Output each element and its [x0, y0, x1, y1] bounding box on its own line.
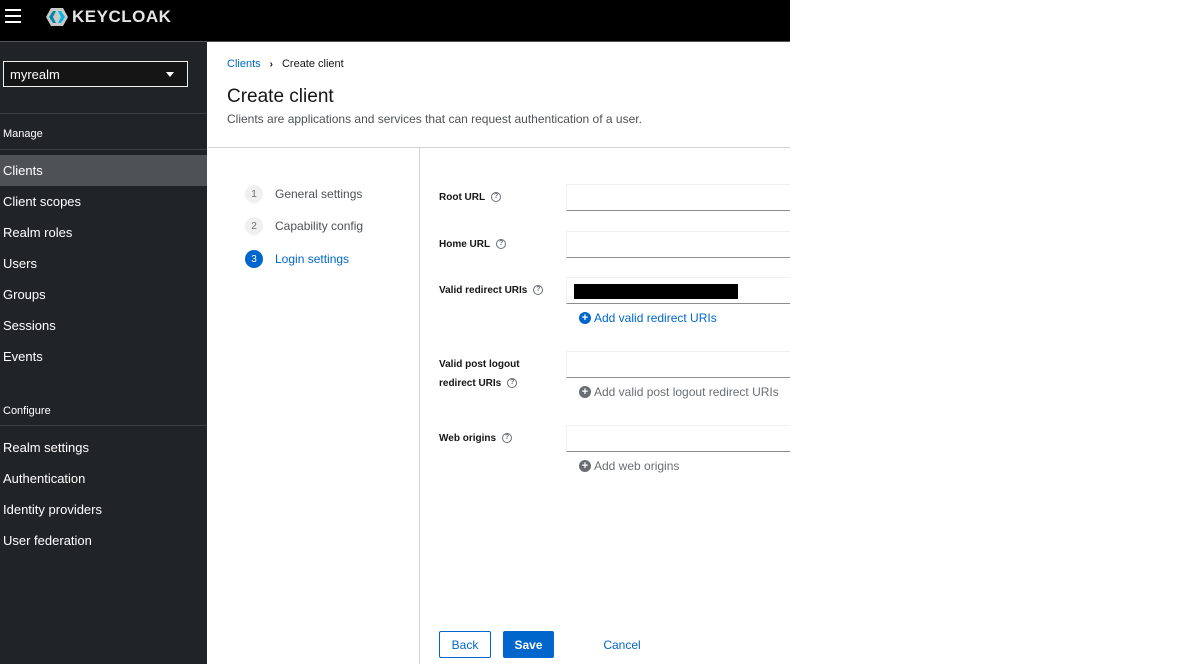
sidebar-item-label: Sessions [3, 318, 56, 333]
nav-divider [0, 113, 207, 114]
home-url-label: Home URL? [439, 235, 507, 254]
chevron-right-icon: › [269, 58, 273, 70]
breadcrumb-clients-link[interactable]: Clients [227, 58, 261, 70]
step-label: General settings [275, 187, 363, 201]
plus-circle-icon: + [579, 312, 591, 324]
back-button[interactable]: Back [439, 631, 491, 658]
breadcrumb-current: Create client [281, 58, 344, 70]
root-url-label-text: Root URL [439, 192, 486, 203]
sidebar: myrealm Manage Clients Client scopes Rea… [0, 42, 207, 664]
masthead: KEYCLOAK [0, 0, 790, 42]
realm-selector-value: myrealm [10, 67, 60, 82]
plus-circle-icon: + [579, 386, 591, 398]
help-icon[interactable]: ? [507, 378, 518, 389]
valid-post-logout-label: Valid post logout redirect URIs? [439, 355, 520, 393]
valid-post-logout-label-line2: redirect URIs [439, 378, 502, 389]
sidebar-item-authentication[interactable]: Authentication [0, 463, 207, 494]
sidebar-item-label: User federation [3, 533, 92, 548]
step-number: 2 [245, 217, 263, 235]
step-label: Login settings [275, 252, 350, 266]
help-icon[interactable]: ? [502, 433, 513, 444]
nav-divider [0, 149, 207, 150]
sidebar-item-label: Clients [3, 163, 43, 178]
add-valid-redirect-uris-button[interactable]: + Add valid redirect URIs [579, 311, 717, 325]
home-url-input[interactable] [566, 231, 790, 258]
page-title: Create client [227, 86, 334, 107]
nav-section-configure: Configure [3, 405, 51, 417]
keycloak-logo[interactable]: KEYCLOAK [44, 6, 171, 28]
home-url-label-text: Home URL [439, 239, 491, 250]
add-valid-post-logout-redirect-uris-button[interactable]: + Add valid post logout redirect URIs [579, 385, 779, 399]
main-content: Clients › Create client Create client Cl… [208, 42, 790, 664]
wizard-step-login-settings[interactable]: 3 Login settings [245, 249, 349, 269]
sidebar-item-clients[interactable]: Clients [0, 155, 207, 186]
sidebar-item-users[interactable]: Users [0, 248, 207, 279]
root-url-label: Root URL? [439, 188, 502, 207]
cancel-button[interactable]: Cancel [591, 631, 653, 658]
page-description: Clients are applications and services th… [227, 112, 642, 126]
sidebar-item-label: Groups [3, 287, 46, 302]
sidebar-item-sessions[interactable]: Sessions [0, 310, 207, 341]
add-link-label: Add web origins [594, 459, 680, 473]
caret-down-icon [166, 72, 174, 77]
web-origins-label-text: Web origins [439, 433, 497, 444]
sidebar-item-label: Realm roles [3, 225, 73, 240]
wizard-nav: 1 General settings 2 Capability config 3… [208, 148, 420, 664]
app-window: KEYCLOAK myrealm Manage Clients Client s… [0, 0, 790, 664]
web-origins-label: Web origins? [439, 429, 513, 448]
sidebar-item-realm-settings[interactable]: Realm settings [0, 432, 207, 463]
breadcrumb: Clients › Create client [227, 58, 344, 70]
nav-section-manage: Manage [3, 128, 43, 140]
step-label: Capability config [275, 219, 364, 233]
sidebar-item-label: Authentication [3, 471, 86, 486]
sidebar-item-user-federation[interactable]: User federation [0, 525, 207, 556]
step-number: 1 [245, 185, 263, 203]
sidebar-item-label: Realm settings [3, 440, 89, 455]
sidebar-item-client-scopes[interactable]: Client scopes [0, 186, 207, 217]
wizard-step-general-settings[interactable]: 1 General settings [245, 184, 362, 204]
sidebar-item-realm-roles[interactable]: Realm roles [0, 217, 207, 248]
keycloak-logo-icon [46, 8, 68, 26]
valid-post-logout-input[interactable] [566, 351, 790, 378]
valid-post-logout-label-line1: Valid post logout [439, 359, 520, 370]
help-icon[interactable]: ? [533, 285, 544, 296]
sidebar-item-events[interactable]: Events [0, 341, 207, 372]
add-link-label: Add valid post logout redirect URIs [594, 385, 779, 399]
plus-circle-icon: + [579, 460, 591, 472]
valid-redirect-uris-label: Valid redirect URIs? [439, 281, 544, 300]
nav-divider [0, 425, 207, 426]
root-url-input[interactable] [566, 184, 790, 211]
help-icon[interactable]: ? [491, 192, 502, 203]
sidebar-item-label: Identity providers [3, 502, 102, 517]
sidebar-item-label: Client scopes [3, 194, 82, 209]
valid-redirect-uris-label-text: Valid redirect URIs [439, 285, 528, 296]
realm-selector[interactable]: myrealm [3, 61, 188, 87]
sidebar-item-identity-providers[interactable]: Identity providers [0, 494, 207, 525]
hamburger-menu-icon[interactable] [5, 9, 21, 23]
valid-redirect-uris-input[interactable] [566, 277, 790, 304]
wizard-step-capability-config[interactable]: 2 Capability config [245, 216, 363, 236]
step-number: 3 [245, 250, 263, 268]
redacted-value [574, 284, 738, 299]
sidebar-item-label: Events [3, 349, 43, 364]
add-web-origins-button[interactable]: + Add web origins [579, 459, 679, 473]
web-origins-input[interactable] [566, 425, 790, 452]
sidebar-item-label: Users [3, 256, 37, 271]
help-icon[interactable]: ? [496, 239, 507, 250]
add-link-label: Add valid redirect URIs [594, 311, 717, 325]
save-button[interactable]: Save [503, 631, 554, 658]
brand-name: KEYCLOAK [72, 7, 172, 26]
sidebar-item-groups[interactable]: Groups [0, 279, 207, 310]
